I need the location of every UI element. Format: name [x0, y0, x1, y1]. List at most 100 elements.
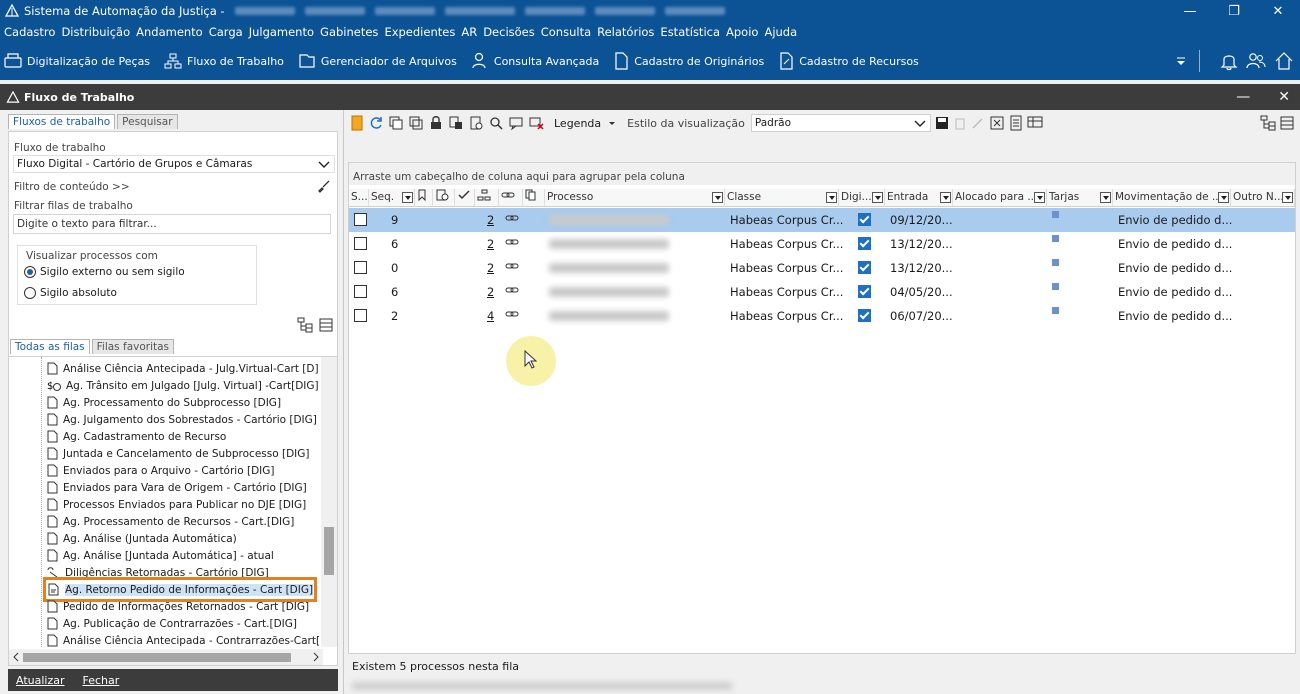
tab-pesquisar[interactable]: Pesquisar — [117, 114, 178, 129]
col-header-entrada[interactable]: Entrada — [885, 189, 953, 207]
tab-todas-filas[interactable]: Todas as filas — [10, 339, 90, 354]
tab-fluxos-trabalho[interactable]: Fluxos de trabalho — [8, 114, 116, 129]
menu-ajuda[interactable]: Ajuda — [764, 25, 797, 39]
atualizar-button[interactable]: Atualizar — [16, 674, 65, 687]
col-header-check[interactable] — [455, 189, 475, 207]
fluxo-trabalho-button[interactable]: Fluxo de Trabalho — [164, 53, 284, 69]
cadastro-recursos-button[interactable]: Cadastro de Recursos — [778, 52, 919, 70]
cell-link-icon[interactable] — [505, 280, 519, 304]
save-icon[interactable] — [935, 116, 949, 130]
tree-item[interactable]: Processos Enviados para Publicar no DJE … — [47, 496, 306, 513]
bookmark-icon[interactable] — [350, 115, 364, 131]
col-header-s[interactable]: S... — [349, 189, 369, 207]
menu-estatistica[interactable]: Estatística — [660, 25, 720, 39]
cell-count-link[interactable]: 2 — [487, 232, 494, 256]
tree-item[interactable]: Diligências Retornadas - Cartório [DIG] — [47, 564, 269, 581]
col-header-workflow[interactable] — [475, 189, 499, 207]
layout-icon[interactable] — [319, 318, 333, 332]
col-header-bookmark[interactable] — [415, 189, 433, 207]
queue-filter-input[interactable]: Digite o texto para filtrar... — [13, 214, 331, 234]
filter-dropdown-icon[interactable] — [1218, 192, 1229, 203]
menu-decisoes[interactable]: Decisões — [483, 25, 535, 39]
close-button[interactable]: ✕ — [1256, 0, 1300, 22]
filter-dropdown-icon[interactable] — [1100, 192, 1111, 203]
export-excel-icon[interactable] — [989, 115, 1005, 131]
filter-brush-icon[interactable] — [317, 179, 331, 193]
tree-item[interactable]: Juntada e Cancelamento de Subprocesso [D… — [47, 445, 310, 462]
grid-settings-icon[interactable] — [1027, 115, 1043, 131]
fechar-button[interactable]: Fechar — [83, 674, 120, 687]
col-header-alocado[interactable]: Alocado para ... — [953, 189, 1047, 207]
cell-count-link[interactable]: 2 — [487, 280, 494, 304]
tree-item[interactable]: Análise Ciência Antecipada - Julg.Virtua… — [47, 360, 319, 377]
cell-count-link[interactable]: 2 — [487, 208, 494, 232]
menu-apoio[interactable]: Apoio — [726, 25, 758, 39]
minimize-button[interactable]: — — [1168, 0, 1212, 22]
copy-icon[interactable] — [388, 115, 404, 131]
tree-item[interactable]: Enviados para o Arquivo - Cartório [DIG] — [47, 462, 275, 479]
table-row[interactable]: 2 4 Habeas Corpus Cr... 06/07/20... Envi… — [349, 304, 1295, 328]
subwindow-close-button[interactable]: ✕ — [1278, 89, 1290, 105]
users-icon[interactable] — [1246, 51, 1266, 71]
tree-horizontal-scrollbar[interactable] — [9, 649, 323, 665]
cell-link-icon[interactable] — [505, 232, 519, 256]
col-header-link[interactable] — [499, 189, 523, 207]
table-row[interactable]: 0 2 Habeas Corpus Cr... 13/12/20... Envi… — [349, 256, 1295, 280]
home-icon[interactable] — [1274, 51, 1294, 71]
menu-gabinetes[interactable]: Gabinetes — [320, 25, 378, 39]
legenda-button[interactable]: Legenda — [554, 117, 601, 130]
col-header-seq[interactable]: Seq. — [369, 189, 415, 207]
menu-distribuicao[interactable]: Distribuição — [61, 25, 130, 39]
tree-item[interactable]: Ag. Processamento de Recursos - Cart.[DI… — [47, 513, 294, 530]
tree-vertical-scrollbar[interactable] — [321, 357, 337, 647]
cell-count-link[interactable]: 4 — [487, 304, 494, 328]
chevron-left-icon[interactable] — [12, 652, 20, 662]
cadastro-originarios-button[interactable]: Cadastro de Originários — [613, 52, 764, 70]
message-icon[interactable] — [508, 115, 524, 131]
tree-item[interactable]: Análise Ciência Antecipada - Contrarrazõ… — [47, 632, 332, 649]
cell-link-icon[interactable] — [505, 304, 519, 328]
menu-relatorios[interactable]: Relatórios — [597, 25, 654, 39]
dropdown-arrow-icon[interactable] — [607, 118, 617, 128]
scrollbar-thumb[interactable] — [23, 653, 291, 662]
table-row[interactable]: 6 2 Habeas Corpus Cr... 13/12/20... Envi… — [349, 232, 1295, 256]
col-header-clipboard[interactable] — [433, 189, 455, 207]
hierarchy-icon[interactable] — [297, 317, 313, 333]
refresh-icon[interactable] — [368, 115, 384, 131]
lock-document-icon[interactable] — [428, 115, 444, 131]
row-checkbox[interactable] — [354, 285, 367, 298]
scrollbar-thumb[interactable] — [324, 527, 334, 575]
tree-item[interactable]: $ Ag. Trânsito em Julgado [Julg. Virtual]… — [47, 377, 319, 394]
hierarchy-icon[interactable] — [1260, 115, 1276, 131]
clipboard-link-icon[interactable] — [468, 115, 484, 131]
table-row[interactable]: 6 2 Habeas Corpus Cr... 04/05/20... Envi… — [349, 280, 1295, 304]
tree-item[interactable]: Ag. Análise (Juntada Automática) — [47, 530, 237, 547]
filter-dropdown-icon[interactable] — [402, 192, 413, 203]
radio-sigilo-externo[interactable]: Sigilo externo ou sem sigilo — [24, 266, 185, 278]
view-style-select[interactable]: Padrão — [750, 114, 931, 132]
table-row[interactable]: 9 2 Habeas Corpus Cr... 09/12/20... Envi… — [349, 208, 1295, 232]
layout-icon[interactable] — [1280, 116, 1294, 130]
row-checkbox[interactable] — [354, 237, 367, 250]
menu-carga[interactable]: Carga — [209, 25, 243, 39]
digitalizacao-button[interactable]: Digitalização de Peças — [4, 53, 150, 69]
subwindow-minimize-button[interactable]: — — [1236, 89, 1250, 105]
tab-filas-favoritas[interactable]: Filas favoritas — [91, 339, 175, 354]
overflow-menu-icon[interactable] — [1175, 55, 1187, 67]
filter-dropdown-icon[interactable] — [1034, 192, 1045, 203]
filter-dropdown-icon[interactable] — [712, 192, 723, 203]
col-header-processo[interactable]: Processo — [545, 189, 725, 207]
menu-expedientes[interactable]: Expedientes — [384, 25, 455, 39]
tree-item[interactable]: Ag. Julgamento dos Sobrestados - Cartóri… — [47, 411, 317, 428]
row-checkbox[interactable] — [354, 213, 367, 226]
gerenciador-arquivos-button[interactable]: Gerenciador de Arquivos — [298, 53, 457, 69]
unlock-document-icon[interactable] — [448, 115, 464, 131]
tree-item[interactable]: Ag. Cadastramento de Recurso — [47, 428, 226, 445]
duplicate-icon[interactable] — [408, 115, 424, 131]
tree-item[interactable]: Pedido de Informações Retornados - Cart … — [47, 598, 309, 615]
content-filter-toggle[interactable]: Filtro de conteúdo >> — [14, 181, 130, 193]
filter-dropdown-icon[interactable] — [940, 192, 951, 203]
menu-julgamento[interactable]: Julgamento — [249, 25, 314, 39]
col-header-tarjas[interactable]: Tarjas — [1047, 189, 1113, 207]
tree-item-selected[interactable]: Ag. Retorno Pedido de Informações - Cart… — [42, 577, 318, 602]
